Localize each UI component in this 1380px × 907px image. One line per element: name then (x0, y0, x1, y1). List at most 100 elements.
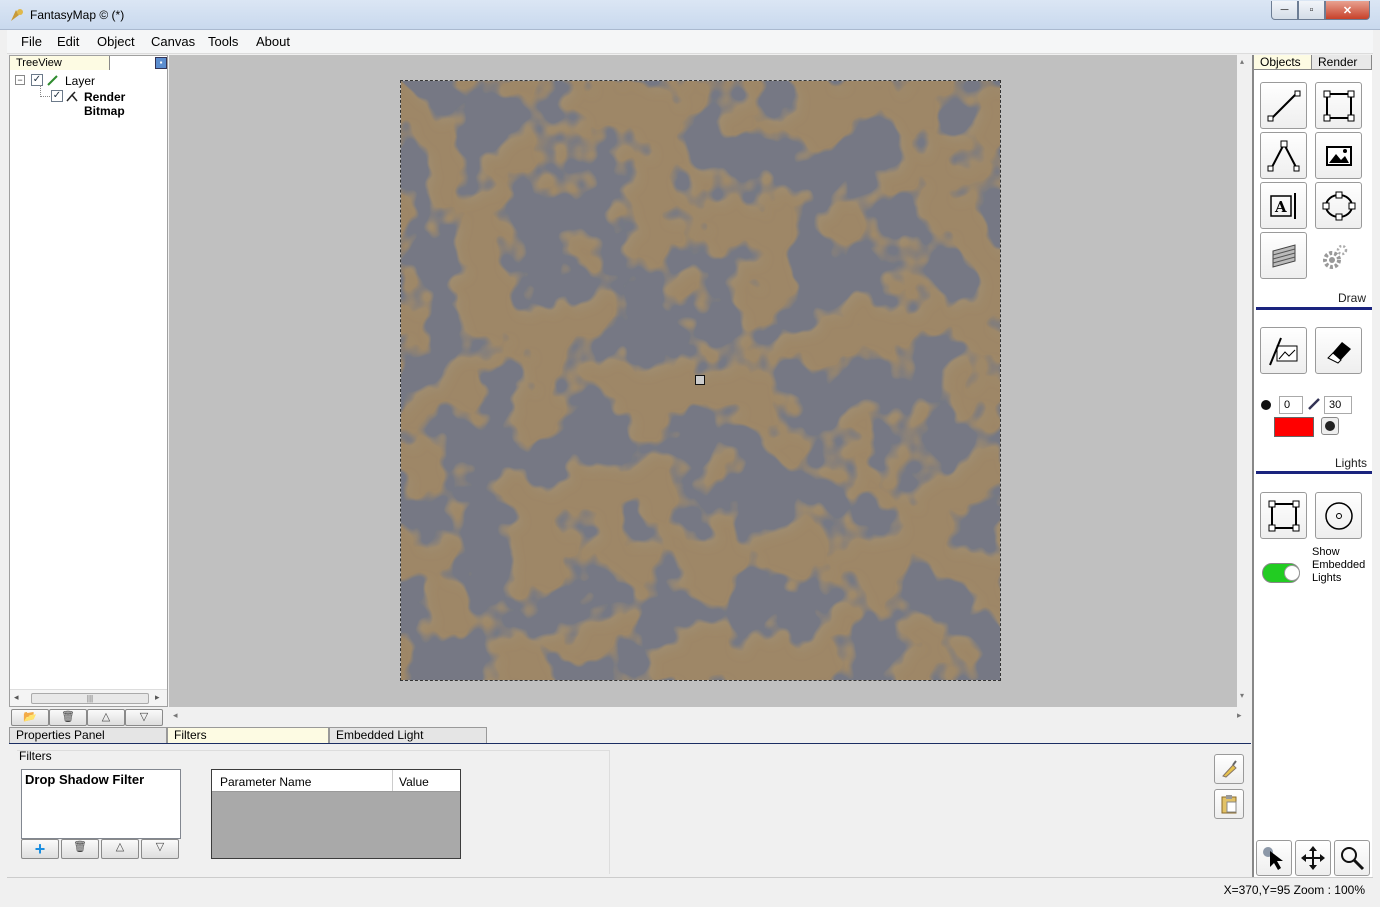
zoom-tool-button[interactable] (1334, 840, 1370, 876)
rectangle-select-icon (1268, 500, 1299, 531)
filters-panel: Filters Drop Shadow Filter + 🗑 △ ▽ Param… (9, 743, 1251, 877)
window-title: FantasyMap © (*) (30, 8, 125, 22)
eraser-icon (1326, 341, 1351, 364)
menu-tools[interactable]: Tools (202, 34, 244, 49)
paint-image-tool-button[interactable] (1260, 327, 1307, 374)
filter-toolbar: + 🗑 △ ▽ (21, 839, 181, 859)
scroll-right-icon[interactable]: ▸ (1237, 710, 1242, 721)
ellipse-icon (1322, 191, 1355, 220)
brush-color-swatch[interactable] (1274, 417, 1314, 437)
close-button[interactable]: ✕ (1325, 1, 1370, 20)
section-divider (1256, 471, 1372, 474)
toggle-knob (1284, 565, 1300, 581)
tree-item-render-bitmap[interactable]: Render Bitmap (84, 90, 167, 118)
line-icon (1267, 90, 1300, 121)
tab-embedded-light[interactable]: Embedded Light (329, 727, 487, 743)
show-embedded-lights-toggle[interactable] (1262, 563, 1300, 583)
draw-section-label: Draw (1338, 291, 1367, 305)
tree-item-layer[interactable]: Layer (65, 74, 95, 88)
brush-size-input[interactable]: 0 (1279, 396, 1303, 414)
line-tool-button[interactable] (1260, 82, 1307, 129)
move-filter-down-button[interactable]: ▽ (141, 839, 179, 859)
column-header-parameter[interactable]: Parameter Name (220, 775, 311, 789)
canvas-vertical-scrollbar[interactable]: ▴ ▾ (1237, 55, 1251, 707)
clear-button[interactable] (1214, 754, 1244, 784)
rectangle-tool-button[interactable] (1315, 82, 1362, 129)
show-embedded-lights-label: Show Embedded Lights (1312, 546, 1366, 584)
menu-file[interactable]: File (15, 34, 48, 49)
maximize-button[interactable]: ▫ (1298, 1, 1325, 20)
paint-brush-icon (1268, 337, 1297, 365)
pin-icon[interactable]: ▪ (155, 57, 167, 69)
menu-edit[interactable]: Edit (51, 34, 85, 49)
text-icon: A (1269, 192, 1296, 219)
move-up-button[interactable]: △ (87, 709, 125, 726)
filter-list[interactable]: Drop Shadow Filter (21, 769, 181, 839)
minimize-button[interactable]: ─ (1271, 1, 1298, 20)
menu-bar: File Edit Object Canvas Tools About (7, 30, 1373, 54)
delete-button[interactable]: 🗑 (49, 709, 87, 726)
ellipse-tool-button[interactable] (1315, 182, 1362, 229)
move-filter-up-button[interactable]: △ (101, 839, 139, 859)
move-icon (1301, 846, 1325, 870)
menu-object[interactable]: Object (91, 34, 141, 49)
rectangle-icon (1323, 90, 1354, 121)
tree-view-panel: TreeView ▪ − ✓ Layer ✓ Render Bitmap ◂ |… (9, 55, 168, 707)
brush-size-icon (1261, 400, 1271, 410)
status-coordinates-zoom: X=370,Y=95 Zoom : 100% (1223, 883, 1365, 897)
tree-connector (40, 85, 50, 97)
image-tool-button[interactable] (1315, 132, 1362, 179)
brush-width-icon (1307, 397, 1321, 414)
point-light-tool-button[interactable] (1315, 492, 1362, 539)
selection-handle[interactable] (695, 375, 705, 385)
app-icon (9, 7, 25, 23)
paste-button[interactable] (1214, 789, 1244, 819)
image-icon (1325, 145, 1352, 166)
texture-tool-button[interactable] (1260, 232, 1307, 279)
add-filter-button[interactable]: + (21, 839, 59, 859)
filters-group-label: Filters (19, 749, 52, 763)
menu-canvas[interactable]: Canvas (145, 34, 201, 49)
brush-width-input[interactable]: 30 (1324, 396, 1352, 414)
tab-objects[interactable]: Objects (1254, 55, 1312, 70)
tab-properties-panel[interactable]: Properties Panel (9, 727, 167, 743)
scroll-thumb[interactable]: ||| (31, 693, 149, 704)
texture-icon (1272, 243, 1295, 268)
brush-shape-button[interactable] (1321, 417, 1339, 435)
scroll-right-icon[interactable]: ▸ (155, 692, 160, 703)
tree-horizontal-scrollbar[interactable]: ◂ ||| ▸ (10, 689, 167, 706)
svg-text:A: A (1274, 198, 1287, 216)
open-folder-button[interactable]: 📂 (11, 709, 49, 726)
tab-render[interactable]: Render (1312, 55, 1372, 70)
column-divider (392, 770, 393, 791)
tab-treeview[interactable]: TreeView (10, 56, 110, 70)
tab-filters[interactable]: Filters (167, 727, 329, 743)
list-item[interactable]: Drop Shadow Filter (25, 772, 144, 787)
text-tool-button[interactable]: A (1260, 182, 1307, 229)
scroll-up-icon[interactable]: ▴ (1240, 57, 1244, 66)
pan-tool-button[interactable] (1295, 840, 1331, 876)
eraser-tool-button[interactable] (1315, 327, 1362, 374)
move-down-button[interactable]: ▽ (125, 709, 163, 726)
polyline-tool-button[interactable] (1260, 132, 1307, 179)
menu-about[interactable]: About (250, 34, 296, 49)
broom-icon (1222, 760, 1237, 778)
delete-filter-button[interactable]: 🗑 (61, 839, 99, 859)
scroll-down-icon[interactable]: ▾ (1240, 691, 1244, 700)
scroll-left-icon[interactable]: ◂ (173, 710, 178, 721)
status-bar: X=370,Y=95 Zoom : 100% (7, 877, 1373, 899)
parameter-table[interactable]: Parameter Name Value (211, 769, 461, 859)
lights-section-label: Lights (1335, 456, 1368, 470)
point-light-icon (1324, 501, 1353, 530)
scroll-left-icon[interactable]: ◂ (14, 692, 19, 703)
canvas-horizontal-scrollbar[interactable]: ◂ ▸ (169, 707, 1251, 725)
select-tool-button[interactable] (1256, 840, 1292, 876)
render-bitmap-checkbox[interactable]: ✓ (51, 90, 63, 102)
settings-gear-icon[interactable] (1320, 242, 1350, 275)
column-header-value[interactable]: Value (399, 775, 429, 789)
collapse-icon[interactable]: − (15, 75, 25, 85)
magnifier-icon (1341, 847, 1365, 871)
light-area-tool-button[interactable] (1260, 492, 1307, 539)
section-divider (1256, 307, 1372, 310)
clipboard-icon (1221, 795, 1237, 814)
